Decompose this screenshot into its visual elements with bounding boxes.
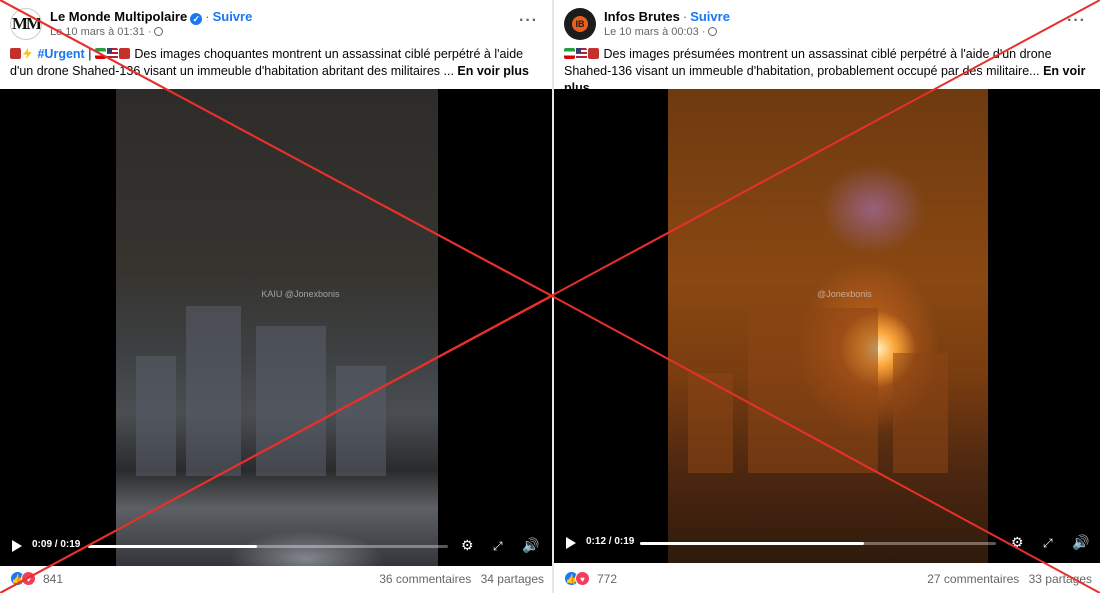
video-watermark: @Jonexbonis	[817, 289, 872, 299]
video-time: 0:12 / 0:19	[586, 536, 635, 547]
red-emoji-icon	[118, 48, 130, 59]
us-flag-emoji-icon	[576, 48, 587, 59]
progress-bar[interactable]	[88, 545, 448, 548]
play-icon[interactable]	[12, 540, 22, 552]
fullscreen-icon[interactable]: ⤢	[493, 539, 503, 554]
iran-flag-emoji-icon	[564, 48, 575, 59]
volume-icon[interactable]: 🔊	[1072, 534, 1089, 551]
caption-separator: |	[84, 47, 95, 61]
page-avatar[interactable]: IB	[564, 8, 596, 40]
separator-dot: ·	[682, 9, 688, 24]
reaction-count: 772	[597, 572, 618, 586]
follow-button[interactable]: Suivre	[690, 9, 730, 24]
progress-bar[interactable]	[640, 542, 996, 545]
fullscreen-icon[interactable]: ⤢	[1043, 536, 1053, 551]
verified-badge-icon: ✓	[190, 13, 203, 25]
love-reaction-icon: ♥	[21, 571, 36, 586]
post-timestamp[interactable]: Le 10 mars à 01:31 ·	[50, 26, 152, 38]
video-scene	[668, 273, 988, 473]
lightning-emoji-icon	[23, 48, 32, 59]
avatar-initials: IB	[572, 16, 588, 32]
page-name[interactable]: Le Monde Multipolaire	[50, 9, 187, 24]
iran-flag-emoji-icon	[94, 48, 106, 59]
settings-gear-icon[interactable]: ⚙	[1011, 534, 1024, 551]
video-controls: 0:09 / 0:19 ⚙ ⤢ 🔊	[0, 536, 552, 558]
post-meta: Le 10 mars à 01:31 ·	[50, 26, 163, 38]
globe-icon	[153, 27, 163, 36]
video-watermark: KAIU @Jonexbonis	[261, 289, 340, 299]
post-footer: 👍 ♥ 841 36 commentaires 34 partages	[10, 571, 544, 587]
post-footer: 👍 ♥ 772 27 commentaires 33 partages	[564, 571, 1092, 587]
video-frame[interactable]: KAIU @Jonexbonis	[116, 89, 438, 566]
more-options-button[interactable]: ···	[1067, 12, 1086, 30]
red-emoji-icon	[10, 48, 21, 59]
video-scene	[116, 276, 438, 476]
follow-button[interactable]: Suivre	[213, 9, 253, 24]
video-time: 0:09 / 0:19	[32, 539, 81, 550]
comments-link[interactable]: 27 commentaires	[927, 572, 1019, 586]
caption-text: Des images présumées montrent un assassi…	[564, 47, 1052, 78]
shares-link[interactable]: 34 partages	[481, 572, 544, 586]
post-right: IB Infos Brutes · Suivre Le 10 mars à 00:0…	[552, 0, 1100, 593]
video-frame[interactable]: @Jonexbonis	[668, 89, 988, 563]
progress-fill	[88, 545, 258, 548]
love-reaction-icon: ♥	[575, 571, 590, 586]
video-player[interactable]: @Jonexbonis 0:12 / 0:19 ⚙ ⤢ 🔊	[554, 89, 1100, 563]
volume-icon[interactable]: 🔊	[522, 537, 539, 554]
engagement-stats: 36 commentaires 34 partages	[373, 572, 544, 586]
post-timestamp[interactable]: Le 10 mars à 00:03 ·	[604, 26, 706, 38]
shares-link[interactable]: 33 partages	[1029, 572, 1092, 586]
see-more-link[interactable]: En voir plus	[457, 64, 529, 78]
page-name-row: Infos Brutes · Suivre	[604, 9, 730, 24]
post-meta: Le 10 mars à 00:03 ·	[604, 26, 717, 38]
separator-dot: ·	[205, 9, 210, 24]
post-header: MM Le Monde Multipolaire ✓ · Suivre Le 10 m…	[10, 6, 542, 42]
globe-icon	[707, 27, 717, 36]
hashtag-link[interactable]: #Urgent	[37, 47, 84, 61]
engagement-stats: 27 commentaires 33 partages	[921, 572, 1092, 586]
comments-link[interactable]: 36 commentaires	[379, 572, 471, 586]
page-name[interactable]: Infos Brutes	[604, 9, 680, 24]
red-emoji-icon	[588, 48, 599, 59]
play-icon[interactable]	[566, 537, 576, 549]
post-header: IB Infos Brutes · Suivre Le 10 mars à 00:0…	[564, 6, 1090, 42]
settings-gear-icon[interactable]: ⚙	[461, 537, 474, 554]
reaction-count: 841	[43, 572, 64, 586]
progress-fill	[640, 542, 865, 545]
page-name-row: Le Monde Multipolaire ✓ · Suivre	[50, 9, 252, 25]
more-options-button[interactable]: ···	[519, 12, 538, 30]
post-caption: #Urgent | Des images choquantes montrent…	[10, 46, 542, 80]
video-controls: 0:12 / 0:19 ⚙ ⤢ 🔊	[554, 533, 1100, 555]
post-left: MM Le Monde Multipolaire ✓ · Suivre Le 10 m…	[0, 0, 552, 593]
us-flag-emoji-icon	[106, 48, 118, 59]
page-avatar[interactable]: MM	[10, 8, 42, 40]
video-player[interactable]: KAIU @Jonexbonis 0:09 / 0:19 ⚙ ⤢ 🔊	[0, 89, 552, 566]
